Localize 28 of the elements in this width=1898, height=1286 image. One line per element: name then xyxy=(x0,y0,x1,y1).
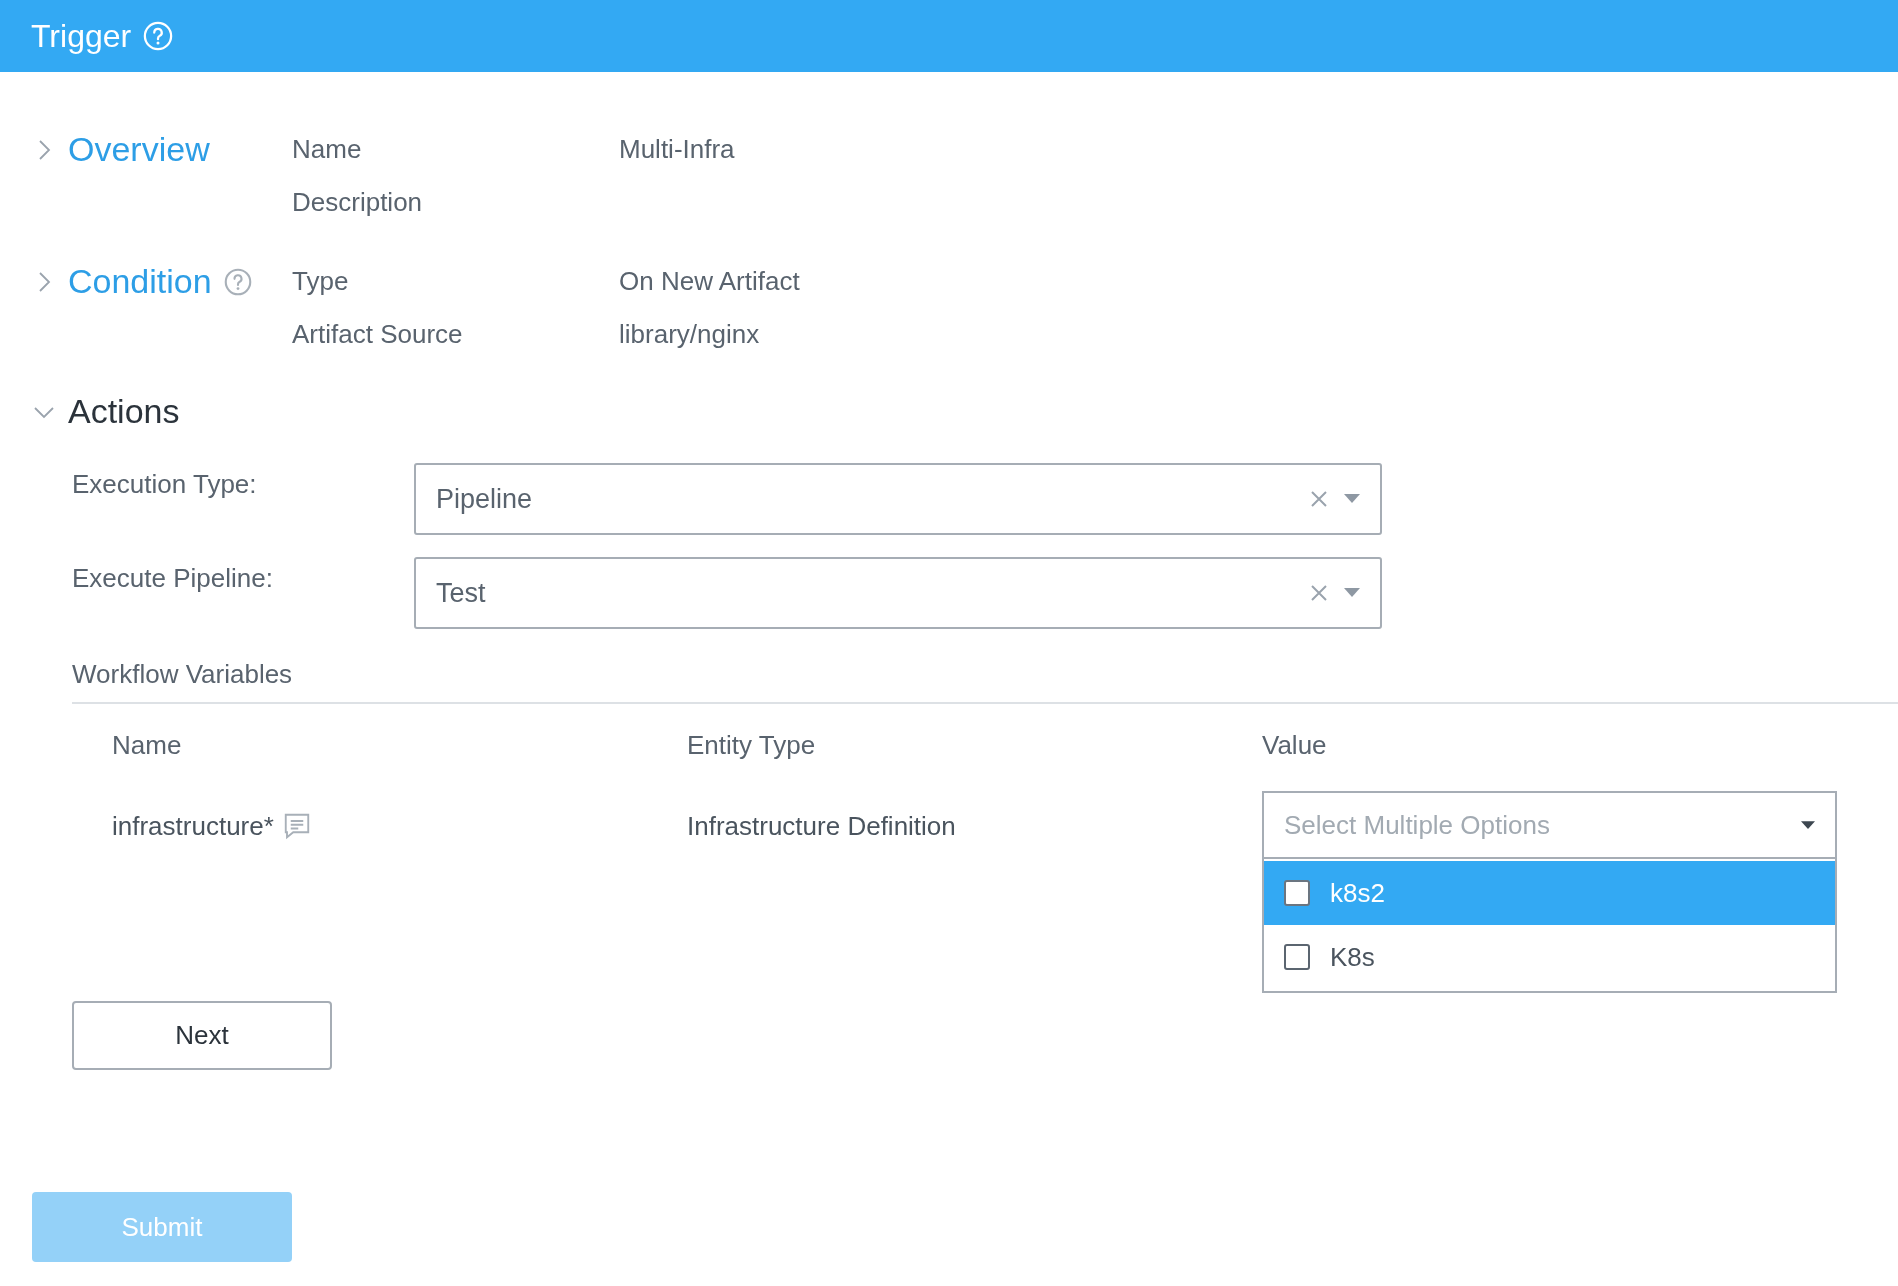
clear-icon[interactable] xyxy=(1310,490,1328,508)
subsection-title: Workflow Variables xyxy=(72,658,294,691)
column-header: Entity Type xyxy=(687,729,817,762)
caret-icon xyxy=(1344,588,1360,598)
section-title[interactable]: Actions xyxy=(68,386,180,437)
field-value: Multi-Infra xyxy=(619,133,735,166)
field-label: Execute Pipeline: xyxy=(72,562,274,595)
field-value: library/nginx xyxy=(619,318,760,351)
next-button[interactable]: Next xyxy=(72,1001,332,1070)
variable-name: infrastructure* xyxy=(112,809,274,843)
page-title: Trigger xyxy=(31,17,132,56)
field-value: On New Artifact xyxy=(619,265,800,298)
entity-type: Infrastructure Definition xyxy=(687,809,956,843)
caret-icon xyxy=(1801,820,1815,830)
field-label: Type xyxy=(292,265,350,298)
checkbox[interactable] xyxy=(1284,944,1310,970)
column-header: Name xyxy=(112,729,183,762)
select-field[interactable]: Test xyxy=(414,557,1382,629)
field-label: Description xyxy=(292,186,424,219)
field-label: Artifact Source xyxy=(292,318,464,351)
caret-icon xyxy=(1344,494,1360,504)
field-label: Execution Type: xyxy=(72,468,258,501)
checkbox[interactable] xyxy=(1284,880,1310,906)
clear-icon[interactable] xyxy=(1310,584,1328,602)
field-label: Name xyxy=(292,133,363,166)
column-header: Value xyxy=(1262,729,1328,762)
select-field[interactable]: Pipeline xyxy=(414,463,1382,535)
help-icon[interactable] xyxy=(223,267,252,296)
